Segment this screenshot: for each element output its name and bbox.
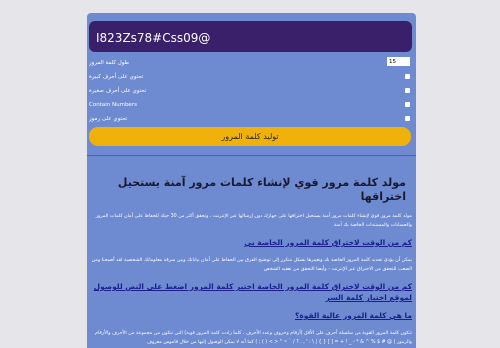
- lowercase-label: تحتوي على أحرف صغيرة: [89, 88, 147, 94]
- article-title: مولد كلمة مرور قوي لإنشاء كلمات مرور آمن…: [117, 176, 406, 203]
- article-paragraph-3: تتكون كلمة المرور القوية من سلسلة أحرف ع…: [95, 331, 412, 345]
- link-strong-password[interactable]: ما هي كلمة المرور عالية القوة؟: [89, 310, 412, 321]
- link-test-password[interactable]: كم من الوقت لاختراق كلمة المرور الخاصة ا…: [89, 281, 412, 303]
- symbols-label: تحتوي على رموز: [89, 116, 128, 122]
- length-label: طول كلمة المرور: [89, 60, 130, 66]
- password-output[interactable]: I823Zs78#Css09@: [89, 21, 412, 52]
- option-row-uppercase: تحتوي على أحرف كبيرة: [87, 70, 416, 84]
- option-row-length: طول كلمة المرور: [87, 56, 416, 70]
- generate-password-button[interactable]: توليد كلمة المرور: [89, 127, 411, 146]
- lowercase-checkbox[interactable]: [405, 88, 410, 93]
- link-crack-time[interactable]: كم من الوقت لاختراق كلمة المرور الخاصة ب…: [89, 237, 412, 248]
- uppercase-label: تحتوي على أحرف كبيرة: [89, 74, 144, 80]
- option-row-lowercase: تحتوي على أحرف صغيرة: [87, 84, 416, 98]
- symbols-checkbox[interactable]: [405, 116, 410, 121]
- article-paragraph-2: يمكن أن يؤدي تحديد كلمة المرور الخاصة بك…: [91, 258, 412, 272]
- numbers-label: Contain Numbers: [89, 102, 137, 108]
- length-input[interactable]: [387, 57, 410, 66]
- article: مولد كلمة مرور قوي لإنشاء كلمات مرور آمن…: [87, 163, 416, 347]
- article-intro: مولد كلمة مرور قوي لإنشاء كلمات مرور آمن…: [95, 214, 412, 228]
- uppercase-checkbox[interactable]: [405, 74, 410, 79]
- generator-card: I823Zs78#Css09@ طول كلمة المرور تحتوي عل…: [87, 13, 416, 348]
- option-row-symbols: تحتوي على رموز: [87, 112, 416, 126]
- numbers-checkbox[interactable]: [405, 102, 410, 107]
- divider: [87, 155, 416, 156]
- option-row-numbers: Contain Numbers: [87, 98, 416, 112]
